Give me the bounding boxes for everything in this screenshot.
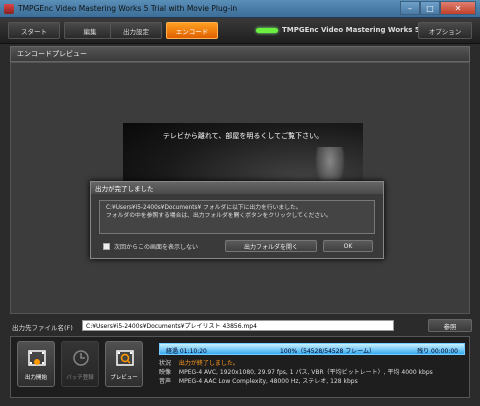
ok-button[interactable]: OK	[323, 240, 373, 252]
video-label: 映像	[159, 369, 172, 376]
dialog-message-line2: フォルダの中を参照する場合は、出力フォルダを開くボタンをクリックしてください。	[106, 213, 332, 219]
status-led-icon	[256, 27, 278, 33]
tab-edit[interactable]: 編集	[64, 22, 116, 39]
encode-control-panel: 出力開始 バッチ登録 プレビュー 経過 01:10:20 100%（54528/…	[10, 336, 470, 398]
brand-logo: TMPGEnc Video Mastering Works 5	[256, 26, 420, 34]
window-titlebar: TMPGEnc Video Mastering Works 5 Trial wi…	[0, 0, 480, 18]
browse-button[interactable]: 参照	[428, 319, 472, 332]
elapsed-time: 経過 01:10:20	[166, 348, 207, 355]
audio-label: 音声	[159, 378, 172, 385]
output-file-label: 出力先ファイル名(F)	[12, 324, 73, 332]
output-complete-dialog: 出力が完了しました C:¥Users¥i5-2400s¥Documents¥ フ…	[90, 181, 384, 259]
dialog-message: C:¥Users¥i5-2400s¥Documents¥ フォルダに以下に出力を…	[99, 200, 375, 234]
start-output-label: 出力開始	[24, 375, 47, 381]
tab-output-settings[interactable]: 出力設定	[110, 22, 162, 39]
start-output-button[interactable]: 出力開始	[17, 341, 55, 387]
audio-row: 音声 MPEG-4 AAC Low Complexity, 48000 Hz, …	[159, 377, 433, 386]
preview-label: プレビュー	[110, 375, 138, 381]
app-icon	[4, 4, 14, 14]
output-path-input[interactable]: C:¥Users¥i5-2400s¥Documents¥プレイリスト 43856…	[82, 320, 394, 331]
batch-register-button[interactable]: バッチ登録	[61, 341, 99, 387]
film-preview-icon	[116, 350, 134, 366]
video-row: 映像 MPEG-4 AVC, 1920x1080, 29.97 fps, 1 パ…	[159, 368, 433, 377]
minimize-button[interactable]: –	[400, 1, 420, 15]
preview-caption: テレビから離れて、部屋を明るくしてご覧下さい。	[162, 132, 324, 140]
preview-button[interactable]: プレビュー	[105, 341, 143, 387]
main-tabbar: スタート 編集 出力設定 エンコード TMPGEnc Video Masteri…	[0, 18, 480, 44]
tab-encode[interactable]: エンコード	[166, 22, 218, 39]
dialog-message-line1: C:¥Users¥i5-2400s¥Documents¥ フォルダに以下に出力を…	[106, 205, 302, 211]
checkbox-label: 次回からこの画面を表示しない	[114, 244, 199, 251]
status-label: 状況	[159, 360, 172, 367]
frame-count: 100%（54528/54528 フレーム）	[280, 348, 376, 355]
film-start-icon	[28, 350, 46, 366]
checkbox-icon[interactable]	[103, 243, 110, 250]
clock-icon	[73, 350, 89, 366]
tab-start[interactable]: スタート	[8, 22, 60, 39]
maximize-button[interactable]: □	[420, 1, 440, 15]
output-file-row: 出力先ファイル名(F) C:¥Users¥i5-2400s¥Documents¥…	[12, 319, 472, 332]
window-title: TMPGEnc Video Mastering Works 5 Trial wi…	[18, 4, 238, 13]
open-output-folder-button[interactable]: 出力フォルダを開く	[225, 240, 317, 252]
options-button[interactable]: オプション	[418, 22, 472, 39]
section-title: エンコードプレビュー	[10, 46, 470, 62]
remaining-time: 残り 00:00:00	[417, 348, 458, 355]
status-row: 状況 出力が終了しました。	[159, 359, 433, 368]
dont-show-again-checkbox[interactable]: 次回からこの画面を表示しない	[103, 242, 198, 251]
encode-progress-bar: 経過 01:10:20 100%（54528/54528 フレーム） 残り 00…	[159, 343, 465, 355]
audio-value: MPEG-4 AAC Low Complexity, 48000 Hz, ステレ…	[178, 378, 358, 385]
video-value: MPEG-4 AVC, 1920x1080, 29.97 fps, 1 パス, …	[178, 369, 433, 376]
batch-register-label: バッチ登録	[66, 375, 94, 381]
close-button[interactable]: ✕	[440, 1, 476, 15]
encode-status-info: 状況 出力が終了しました。 映像 MPEG-4 AVC, 1920x1080, …	[159, 359, 433, 386]
window-controls: – □ ✕	[400, 1, 476, 15]
status-value: 出力が終了しました。	[178, 360, 239, 367]
dialog-title: 出力が完了しました	[91, 182, 383, 194]
brand-name: TMPGEnc Video Mastering Works 5	[282, 26, 420, 34]
